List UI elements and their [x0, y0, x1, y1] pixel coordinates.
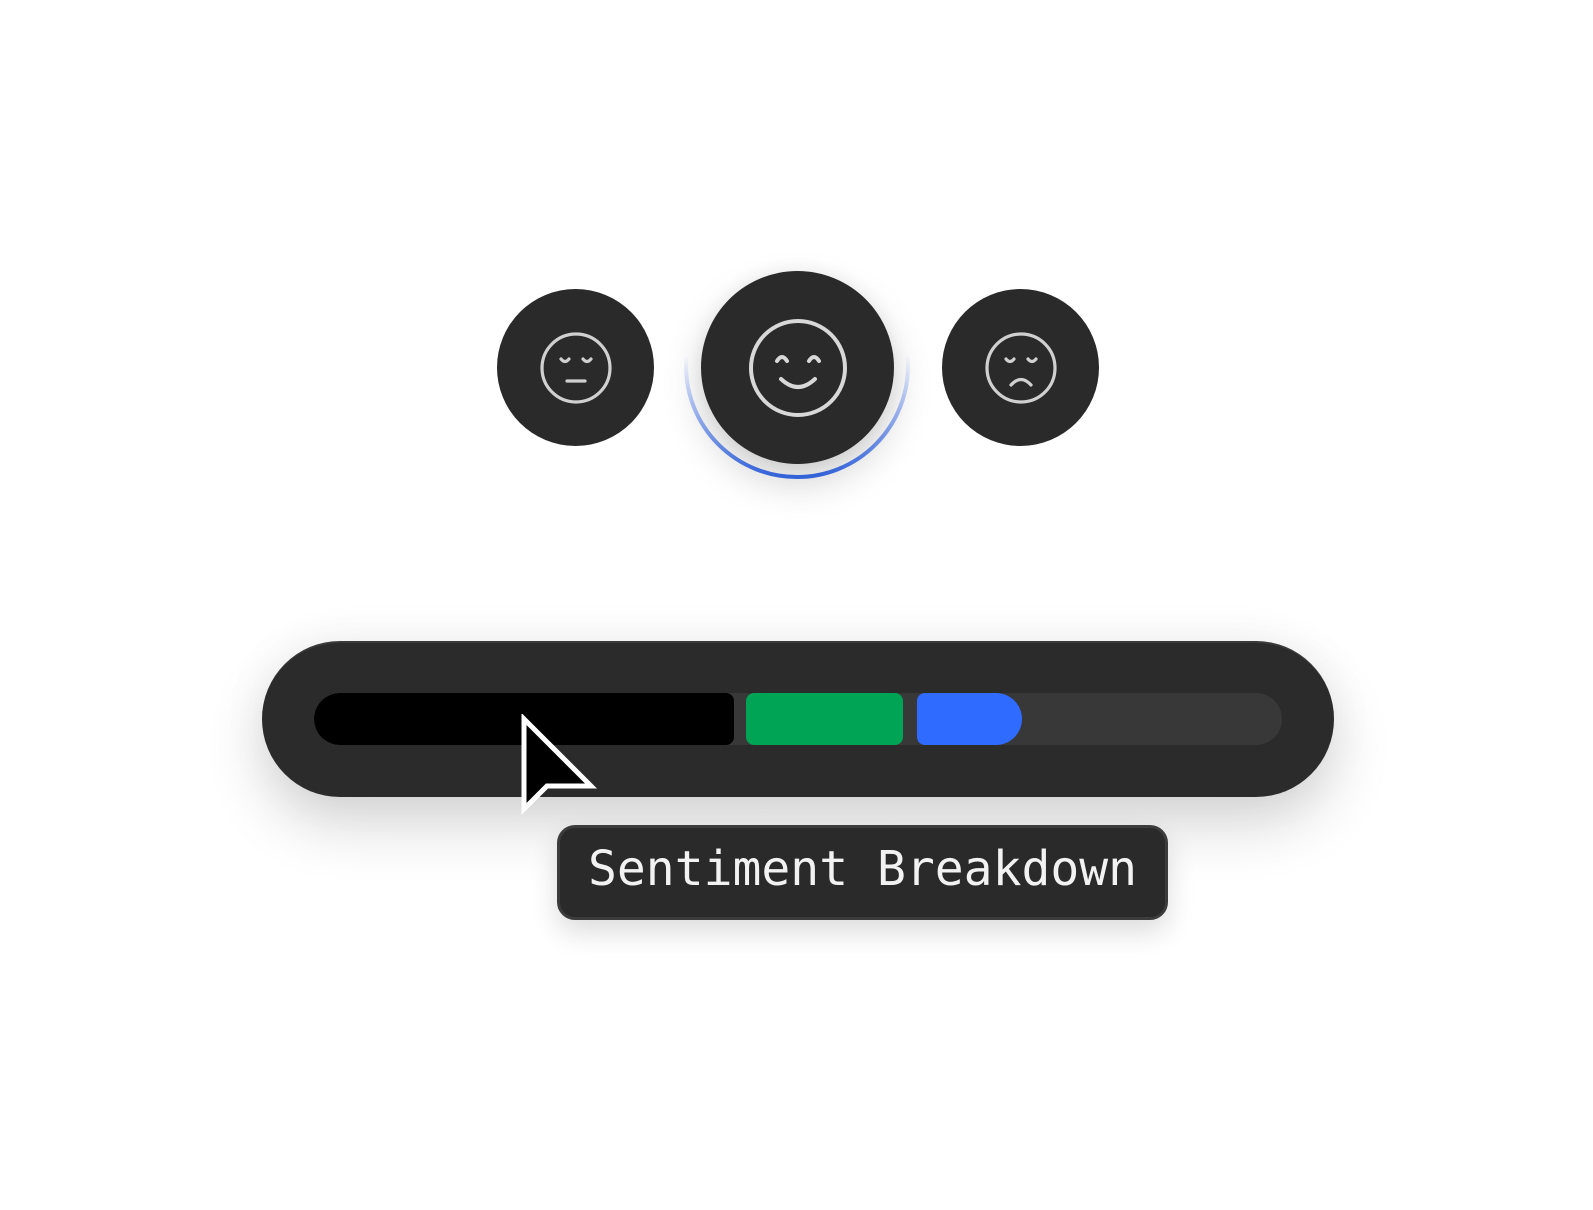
sad-face-icon [984, 331, 1057, 404]
sentiment-bar-track [314, 693, 1282, 745]
smiling-face-icon [748, 318, 847, 417]
neutral-face-icon [539, 331, 612, 404]
sentiment-segment-3[interactable] [917, 693, 1022, 745]
sentiment-breakdown-tooltip: Sentiment Breakdown [557, 825, 1169, 920]
sentiment-segment-2[interactable] [746, 693, 903, 745]
neutral-face-button[interactable] [497, 289, 654, 446]
sad-face-button[interactable] [942, 289, 1099, 446]
smiling-face-button[interactable] [701, 271, 894, 464]
sentiment-breakdown-bar[interactable] [262, 641, 1334, 797]
mouse-cursor-icon [521, 714, 598, 816]
